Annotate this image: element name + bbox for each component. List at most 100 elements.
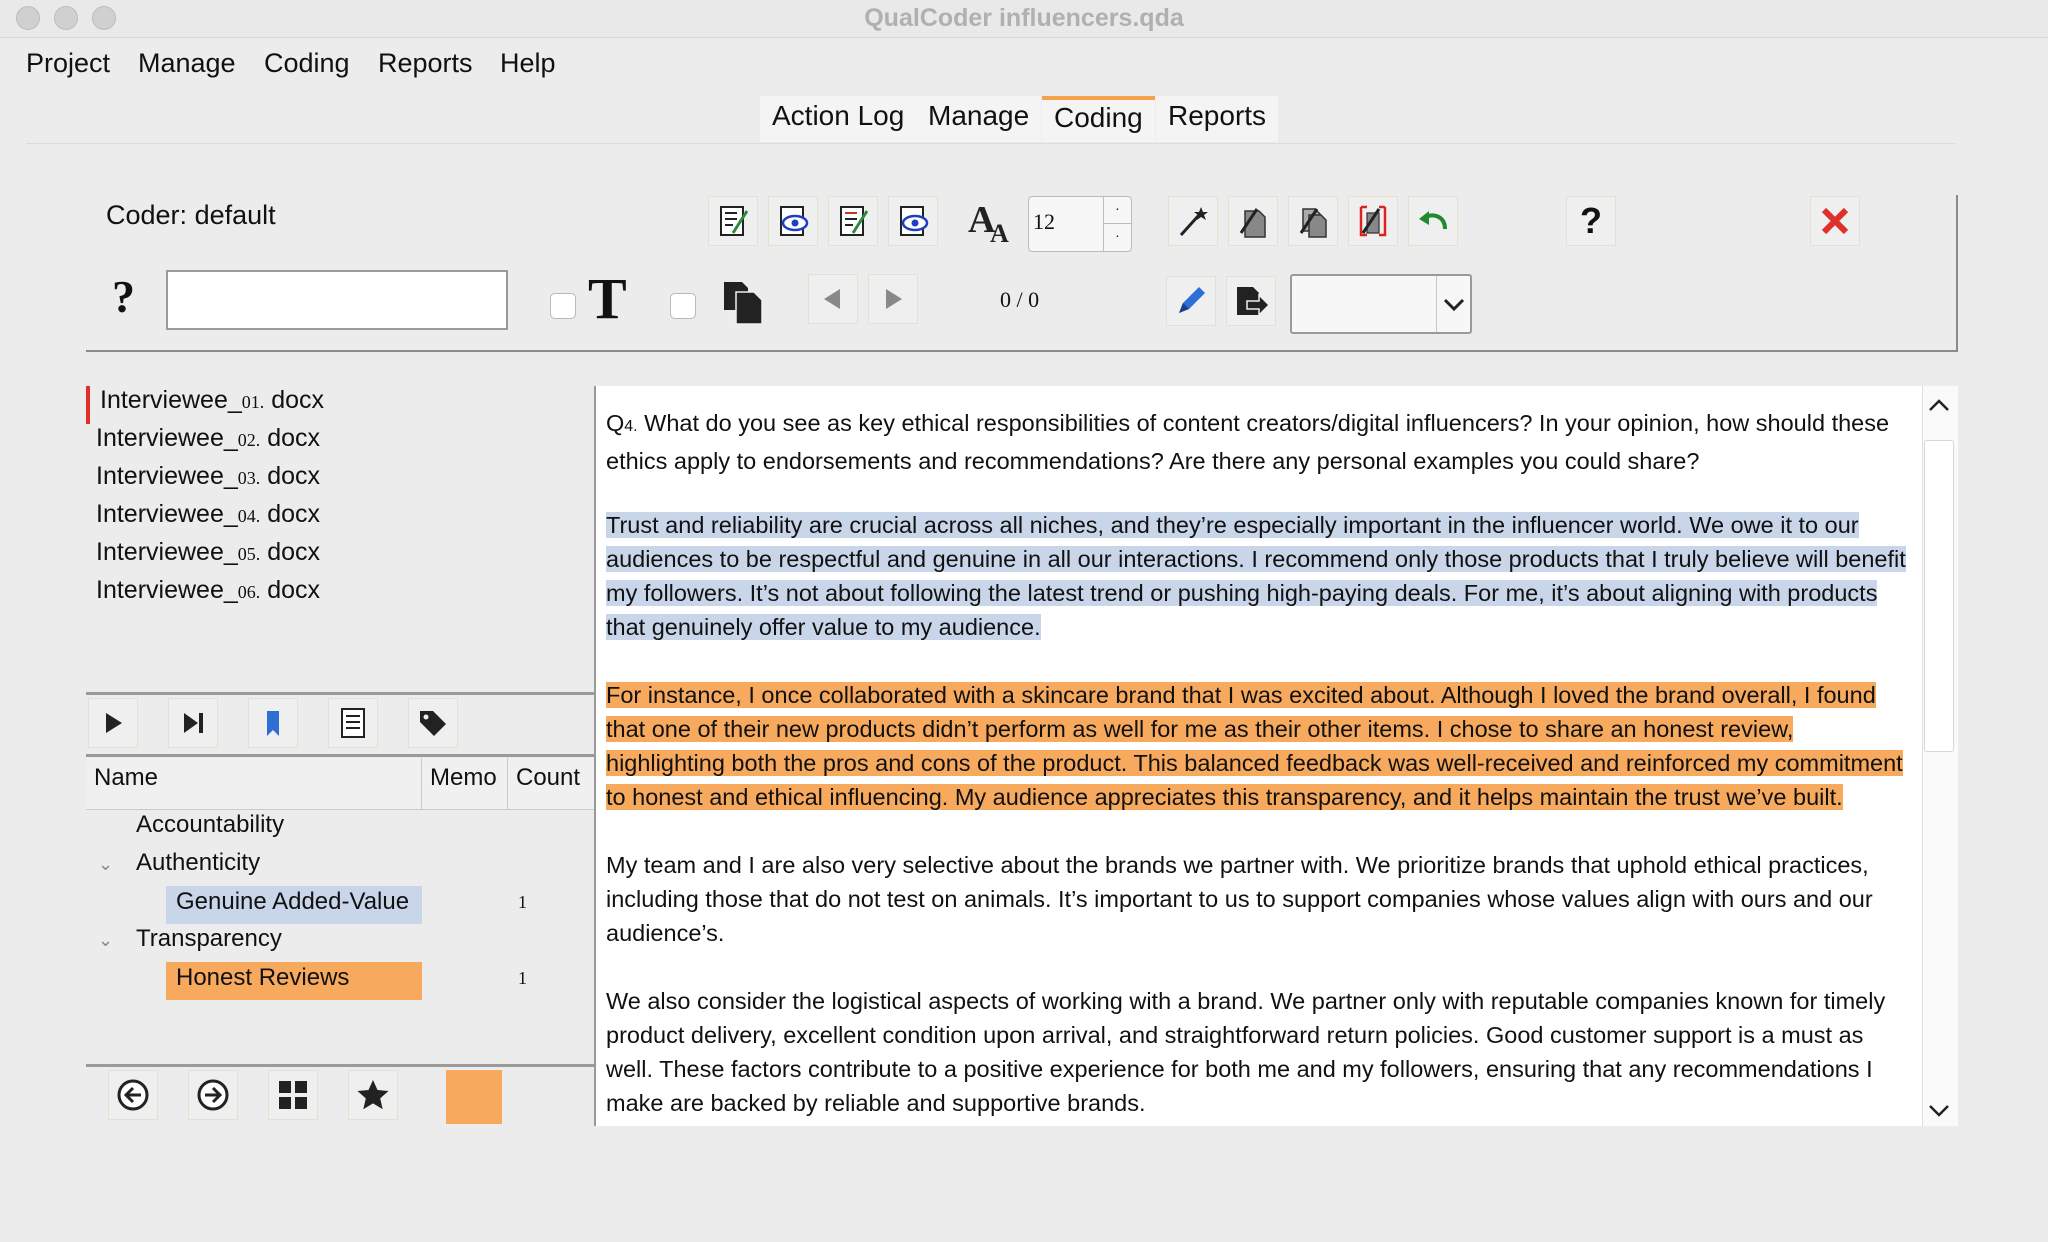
previous-match-button[interactable] (808, 274, 858, 324)
document-text-pane[interactable]: Q4. What do you see as key ethical respo… (596, 386, 1922, 1126)
window-title: QualCoder influencers.qda (864, 4, 1184, 32)
bookmark-button[interactable] (248, 698, 298, 748)
auto-code-surround-button[interactable] (1288, 196, 1338, 246)
code-color-swatch[interactable] (446, 1070, 502, 1124)
svg-text:A: A (990, 219, 1009, 246)
scrollbar-thumb[interactable] (1924, 440, 1954, 752)
codes-splitter[interactable] (86, 1064, 594, 1067)
auto-code-sentences-button[interactable] (1228, 196, 1278, 246)
skip-forward-icon (184, 713, 203, 733)
arrow-left-circle-icon (117, 1079, 149, 1111)
current-document-marker (86, 386, 90, 424)
auto-code-undo-button[interactable] (1348, 196, 1398, 246)
notebook-eye-icon (780, 206, 809, 236)
document-item[interactable]: Interviewee_06. docx (96, 576, 320, 605)
close-tab-button[interactable] (1810, 196, 1860, 246)
font-size-value: 12 (1033, 209, 1055, 234)
menu-manage[interactable]: Manage (138, 48, 236, 79)
grid-icon (279, 1081, 307, 1109)
document-item[interactable]: Interviewee_04. docx (96, 500, 320, 529)
notebook-eye-alt-icon (900, 206, 929, 236)
coded-paragraph-orange[interactable]: For instance, I once collaborated with a… (606, 678, 1914, 814)
next-match-button[interactable] (868, 274, 918, 324)
document-item[interactable]: Interviewee_01. docx (100, 386, 324, 415)
font-size-icon: AA (966, 196, 1016, 248)
case-sensitive-checkbox[interactable] (550, 293, 576, 319)
code-tree-item[interactable]: Transparency (136, 925, 282, 953)
grid-view-button[interactable] (268, 1070, 318, 1120)
next-button[interactable] (188, 1070, 238, 1120)
important-button[interactable] (348, 1070, 398, 1120)
undo-arrow-icon (1419, 211, 1447, 230)
coded-segment[interactable]: Trust and reliability are crucial across… (606, 512, 1906, 640)
code-tree-item-highlight[interactable]: Honest Reviews (166, 962, 422, 1000)
documents-splitter[interactable] (86, 692, 594, 695)
help-button[interactable]: ? (1566, 196, 1616, 246)
pencil-icon (1179, 287, 1205, 313)
code-tree-item-label: Honest Reviews (176, 964, 350, 991)
undo-button[interactable] (1408, 196, 1458, 246)
wand-document-icon (1239, 208, 1266, 238)
tab-reports[interactable]: Reports (1156, 96, 1279, 142)
notebook-icon (341, 708, 365, 738)
options-dropdown[interactable] (1290, 274, 1472, 334)
scroll-down-icon[interactable] (1924, 1096, 1954, 1126)
export-button[interactable] (1226, 276, 1276, 326)
wand-documents-icon (1299, 208, 1327, 238)
show-annotations-button[interactable] (888, 196, 938, 246)
all-files-checkbox[interactable] (670, 293, 696, 319)
column-header-name[interactable]: Name (86, 758, 422, 810)
notebook-pen-red-icon (840, 206, 869, 236)
previous-button[interactable] (108, 1070, 158, 1120)
column-header-memo[interactable]: Memo (422, 758, 508, 810)
triangle-left-icon (824, 289, 840, 309)
tag-button[interactable] (408, 698, 458, 748)
edit-text-button[interactable] (1166, 276, 1216, 326)
menu-coding[interactable]: Coding (264, 48, 350, 79)
menu-project[interactable]: Project (26, 48, 110, 79)
tab-action-log[interactable]: Action Log (760, 96, 917, 142)
column-header-count[interactable]: Count (508, 758, 594, 810)
text-case-icon: T (588, 266, 627, 331)
match-counter: 0 / 0 (1000, 287, 1040, 312)
text-paragraph: We also consider the logistical aspects … (606, 988, 1886, 1116)
file-memo-button[interactable] (708, 196, 758, 246)
document-item[interactable]: Interviewee_03. docx (96, 462, 320, 491)
tab-coding[interactable]: Coding (1042, 96, 1155, 142)
code-tree-item[interactable]: Accountability (136, 811, 284, 839)
code-memo-list-button[interactable] (328, 698, 378, 748)
wand-bracket-icon (1359, 205, 1387, 237)
skip-next-button[interactable] (168, 698, 218, 748)
code-tree-item-highlight[interactable]: Genuine Added-Value (166, 886, 422, 924)
codes-toolbar-divider (86, 754, 594, 757)
coded-segment[interactable]: For instance, I once collaborated with a… (606, 682, 1903, 810)
code-memo-button[interactable] (828, 196, 878, 246)
notebook-pen-icon (720, 206, 749, 236)
document-item[interactable]: Interviewee_05. docx (96, 538, 320, 567)
coder-label-group: Coder: default (106, 200, 276, 231)
font-size-spinner[interactable]: 12 · · (1028, 196, 1132, 252)
copy-documents-icon[interactable] (720, 278, 768, 326)
chevron-down-icon[interactable]: ⌄ (98, 854, 113, 875)
search-help-icon[interactable]: ? (112, 270, 135, 323)
chevron-down-icon[interactable]: ⌄ (98, 930, 113, 951)
code-tree-item-label: Genuine Added-Value (176, 888, 410, 915)
toolbar-frame-bottom (86, 350, 1958, 352)
tab-manage[interactable]: Manage (916, 96, 1042, 142)
chevron-down-icon (1436, 276, 1470, 332)
show-memos-button[interactable] (768, 196, 818, 246)
font-size-down[interactable]: · (1103, 224, 1131, 251)
coded-paragraph-blue[interactable]: Trust and reliability are crucial across… (606, 508, 1914, 644)
search-input[interactable] (166, 270, 508, 330)
scroll-up-icon[interactable] (1924, 390, 1954, 420)
arrow-right-circle-icon (197, 1079, 229, 1111)
menu-help[interactable]: Help (500, 48, 556, 79)
font-size-up[interactable]: · (1103, 197, 1131, 224)
play-button[interactable] (88, 698, 138, 748)
code-tree-item[interactable]: Authenticity (136, 849, 260, 877)
magic-wand-icon (1179, 207, 1208, 237)
help-icon: ? (1580, 200, 1602, 241)
document-item[interactable]: Interviewee_02. docx (96, 424, 320, 453)
auto-code-button[interactable] (1168, 196, 1218, 246)
menu-reports[interactable]: Reports (378, 48, 473, 79)
